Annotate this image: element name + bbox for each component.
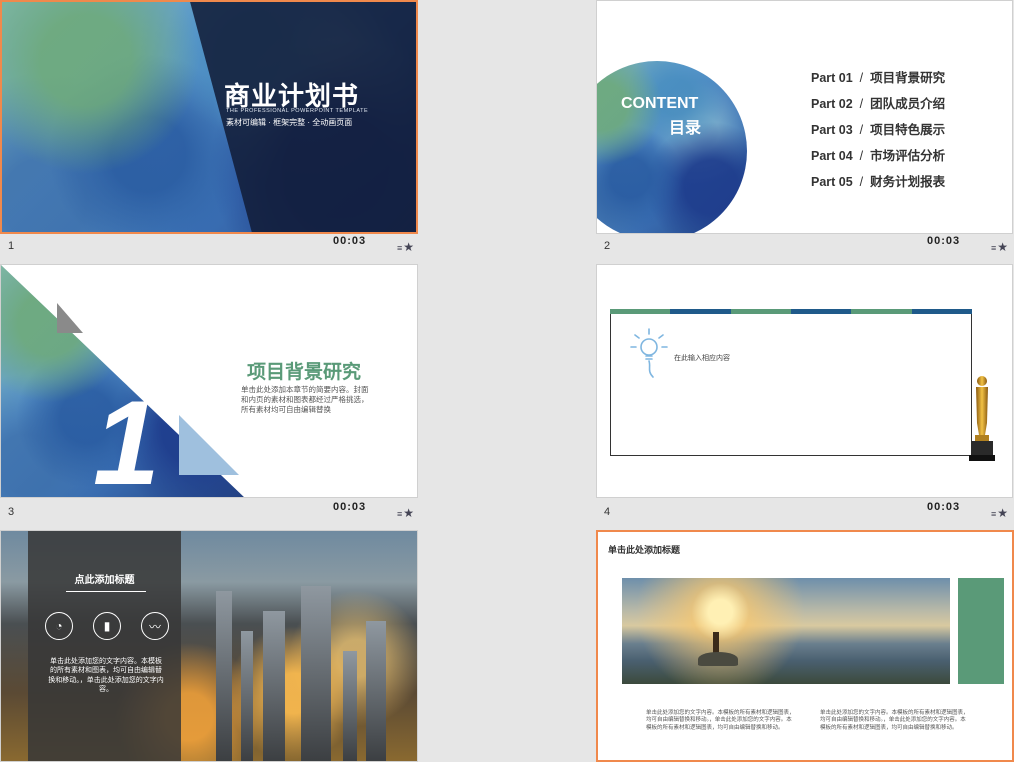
animation-star-icon[interactable]: ≡★ xyxy=(397,240,414,254)
animation-star-icon[interactable]: ≡★ xyxy=(397,506,414,520)
toc-list: Part 01 / 项目背景研究 Part 02 / 团队成员介绍 Part 0… xyxy=(811,67,945,197)
trophy-statue-icon xyxy=(969,376,995,461)
watercolor-circle xyxy=(597,61,747,233)
light-blue-triangle xyxy=(179,415,239,475)
animation-star-icon[interactable]: ≡★ xyxy=(991,240,1008,254)
toc-item[interactable]: Part 02 / 团队成员介绍 xyxy=(811,93,945,119)
slide-title: 单击此处添加标题 xyxy=(608,545,681,555)
slide-thumbnail-1[interactable]: 商业计划书 THE PROFESSIONAL POWERPOINT TEMPLA… xyxy=(0,0,418,234)
slide-thumbnail-6[interactable]: 单击此处添加标题 单击此处添加您的文字内容。本模板的所有素材和逻辑图表，均可自由… xyxy=(596,530,1014,762)
content-label-cn: 目录 xyxy=(669,120,702,137)
hiker-figure xyxy=(713,632,719,654)
slide-thumbnail-4[interactable]: 在此输入相应内容 xyxy=(596,264,1013,498)
animation-star-icon[interactable]: ≡★ xyxy=(991,506,1008,520)
panel-body: 单击此处添加您的文字内容。本模板的所有素材和图表，均可自由编辑替换和移动。，单击… xyxy=(48,658,164,694)
sunrise-photo xyxy=(622,578,950,684)
slide-thumbnail-3[interactable]: 1 项目背景研究 单击此处添加本章节的简要内容。封面和内页的素材和图表都经过严格… xyxy=(0,264,418,498)
body-text-left: 单击此处添加您的文字内容。本模板的所有素材和逻辑图表，均可自由编辑替换和移动。，… xyxy=(646,710,795,731)
title-underline xyxy=(66,591,146,592)
cover-tagline: 素材可编辑 · 框架完整 · 全动画页面 xyxy=(226,118,353,127)
cover-subtitle-en: THE PROFESSIONAL POWERPOINT TEMPLATE xyxy=(226,108,369,114)
pie-chart-icon: ◔ xyxy=(45,612,73,640)
section-big-number: 1 xyxy=(93,376,160,498)
toc-item[interactable]: Part 01 / 项目背景研究 xyxy=(811,67,945,93)
slide-number: 3 xyxy=(8,506,15,518)
slide-thumbnail-2[interactable]: CONTENT 目录 Part 01 / 项目背景研究 Part 02 / 团队… xyxy=(596,0,1013,234)
green-block xyxy=(958,578,1004,684)
slide-number: 4 xyxy=(604,506,611,518)
slide-thumbnail-5[interactable]: 点此添加标题 ◔ ▮ 〰 单击此处添加您的文字内容。本模板的所有素材和图表，均可… xyxy=(0,530,418,762)
slide-duration: 00:03 xyxy=(927,235,961,247)
section-description: 单击此处添加本章节的简要内容。封面和内页的素材和图表都经过严格挑选，所有素材均可… xyxy=(241,385,369,415)
grey-triangle xyxy=(57,303,83,333)
slide-number: 1 xyxy=(8,240,15,252)
toc-item[interactable]: Part 03 / 项目特色展示 xyxy=(811,119,945,145)
rock xyxy=(698,652,738,666)
lightbulb-icon xyxy=(630,328,668,378)
content-label-en: CONTENT xyxy=(621,95,699,112)
bar-chart-icon: ▮ xyxy=(93,612,121,640)
toc-item[interactable]: Part 04 / 市场评估分析 xyxy=(811,145,945,171)
slide-duration: 00:03 xyxy=(927,501,961,513)
panel-title: 点此添加标题 xyxy=(74,575,135,586)
section-title: 项目背景研究 xyxy=(247,362,362,383)
toc-item[interactable]: Part 05 / 财务计划报表 xyxy=(811,171,945,197)
color-bar xyxy=(610,309,972,314)
line-chart-icon: 〰 xyxy=(141,612,169,640)
slide-number: 2 xyxy=(604,240,611,252)
body-text-right: 单击此处添加您的文字内容。本模板的所有素材和逻辑图表，均可自由编辑替换和移动。，… xyxy=(820,710,969,731)
dark-overlay-panel xyxy=(28,531,181,761)
content-note: 在此输入相应内容 xyxy=(674,355,730,362)
slide-duration: 00:03 xyxy=(333,235,367,247)
slide-duration: 00:03 xyxy=(333,501,367,513)
